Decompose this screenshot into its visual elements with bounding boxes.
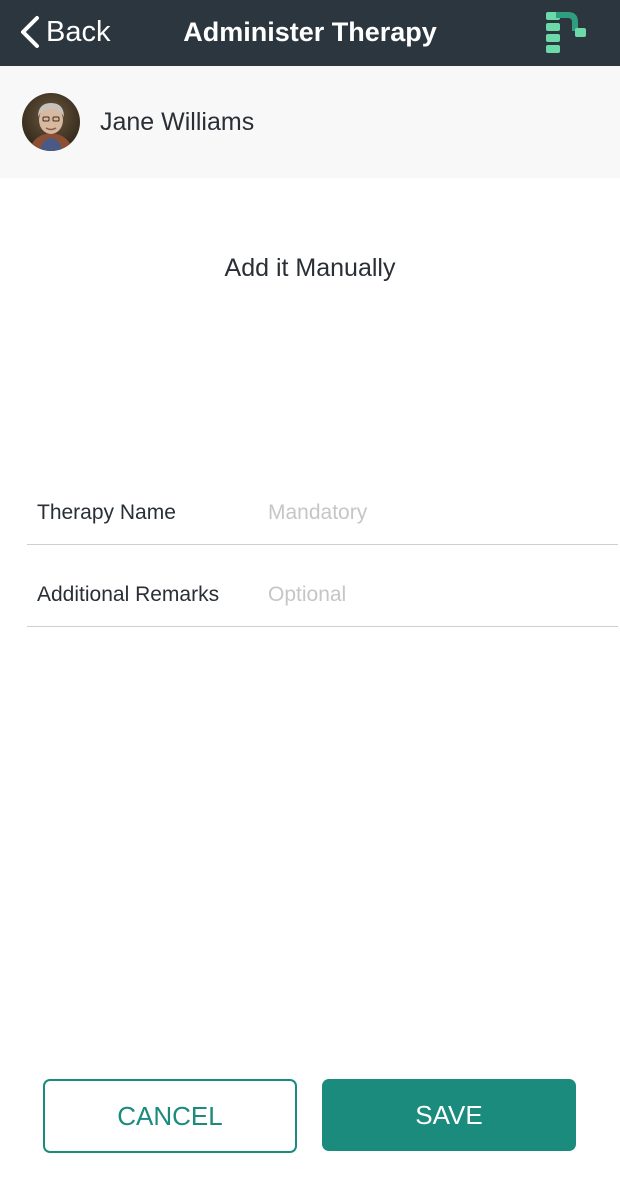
page-title: Administer Therapy	[183, 17, 437, 47]
cancel-button[interactable]: CANCEL	[43, 1079, 297, 1153]
therapy-name-row: Therapy Name	[27, 463, 618, 545]
additional-remarks-label: Additional Remarks	[37, 583, 220, 606]
save-button[interactable]: SAVE	[322, 1079, 576, 1151]
app-logo-icon	[546, 12, 586, 53]
navigation-bar: Back Administer Therapy	[0, 0, 620, 66]
administer-therapy-screen: Back Administer Therapy Jane Williams Ad…	[0, 0, 620, 1190]
therapy-name-label: Therapy Name	[37, 501, 176, 524]
additional-remarks-row: Additional Remarks	[27, 545, 618, 627]
avatar-image	[22, 93, 80, 151]
patient-name: Jane Williams	[100, 108, 255, 136]
therapy-name-input[interactable]	[268, 497, 608, 529]
patient-header: Jane Williams	[0, 66, 620, 178]
section-heading: Add it Manually	[224, 254, 396, 282]
patient-avatar[interactable]	[22, 93, 80, 151]
additional-remarks-input[interactable]	[268, 579, 608, 611]
